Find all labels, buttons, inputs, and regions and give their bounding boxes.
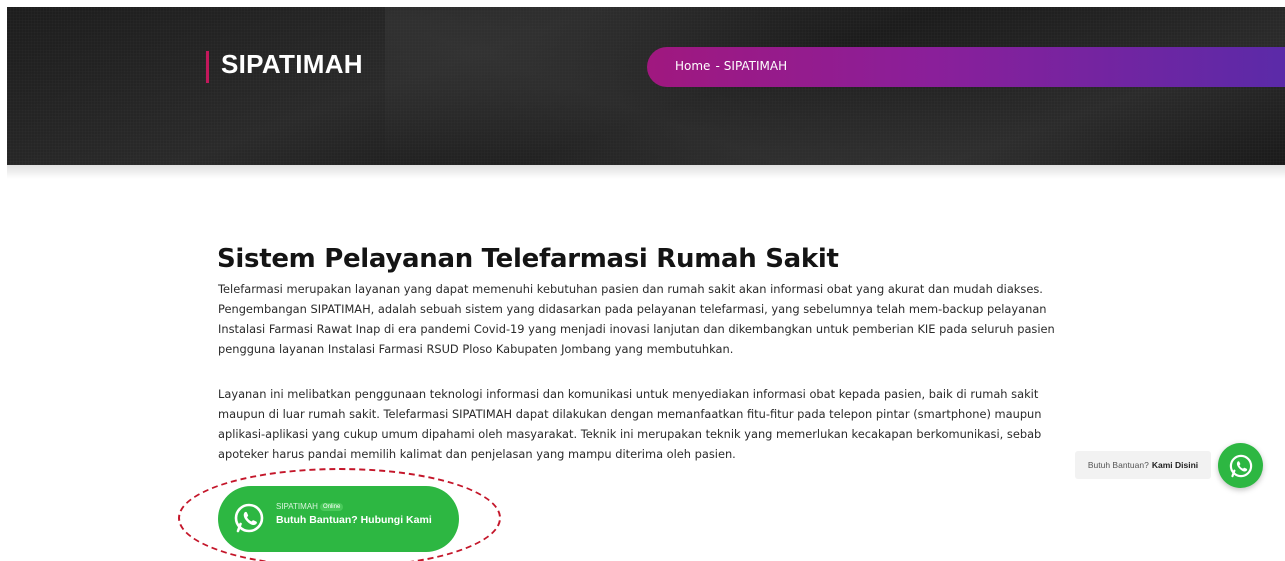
- help-tooltip[interactable]: Butuh Bantuan? Kami Disini: [1075, 451, 1211, 479]
- whatsapp-agent-meta: SIPATIMAH Online: [276, 502, 344, 511]
- floating-whatsapp-button[interactable]: [1218, 443, 1263, 488]
- help-tooltip-label: Butuh Bantuan?: [1087, 460, 1149, 470]
- intro-paragraph: Telefarmasi merupakan layanan yang dapat…: [218, 282, 1055, 356]
- whatsapp-icon: [234, 503, 264, 533]
- service-paragraph: Layanan ini melibatkan penggunaan teknol…: [218, 387, 1042, 461]
- online-status-badge: Online: [319, 503, 344, 511]
- whatsapp-icon: [1229, 454, 1252, 477]
- whatsapp-cta-label[interactable]: Butuh Bantuan? Hubungi Kami: [276, 515, 446, 526]
- whatsapp-agent-name: SIPATIMAH: [276, 502, 318, 511]
- breadcrumb-current: SIPATIMAH: [723, 59, 788, 73]
- help-tooltip-bold: Kami Disini: [1151, 460, 1199, 470]
- page-title: Sistem Pelayanan Telefarmasi Rumah Sakit: [217, 244, 839, 274]
- banner-title: SIPATIMAH: [221, 49, 363, 79]
- banner-shadow: [7, 165, 1285, 179]
- breadcrumb: Home - SIPATIMAH: [675, 59, 787, 73]
- title-accent-bar: [206, 51, 209, 83]
- breadcrumb-separator: -: [715, 59, 720, 73]
- breadcrumb-home-link[interactable]: Home: [675, 59, 710, 73]
